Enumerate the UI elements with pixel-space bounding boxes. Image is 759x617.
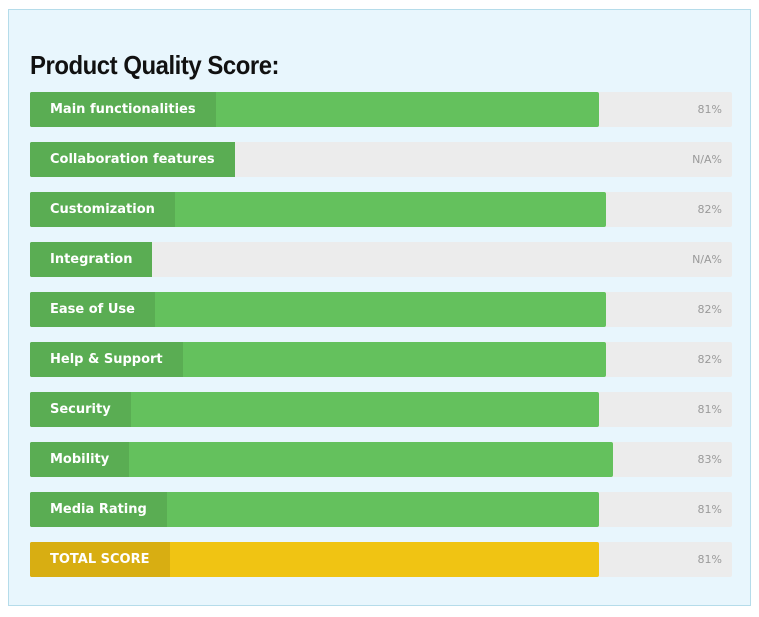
bar-label: TOTAL SCORE bbox=[30, 542, 170, 577]
score-row: Main functionalities 81% bbox=[30, 92, 732, 127]
score-row: Security 81% bbox=[30, 392, 732, 427]
bar-value: 83% bbox=[697, 453, 722, 466]
score-row: Ease of Use 82% bbox=[30, 292, 732, 327]
score-bars: Main functionalities 81% Collaboration fea… bbox=[30, 92, 732, 592]
score-panel: Product Quality Score: Main functionalit… bbox=[8, 9, 751, 606]
bar-label: Security bbox=[30, 392, 131, 427]
bar-label: Media Rating bbox=[30, 492, 167, 527]
total-score-row: TOTAL SCORE 81% bbox=[30, 542, 732, 577]
bar-value: N/A% bbox=[692, 153, 722, 166]
score-row: Mobility 83% bbox=[30, 442, 732, 477]
bar-value: 82% bbox=[697, 353, 722, 366]
chart-title: Product Quality Score: bbox=[30, 50, 280, 80]
bar-value: 81% bbox=[697, 403, 722, 416]
score-row: Media Rating 81% bbox=[30, 492, 732, 527]
bar-value: 82% bbox=[697, 303, 722, 316]
bar-label: Collaboration features bbox=[30, 142, 235, 177]
bar-value: 82% bbox=[697, 203, 722, 216]
score-row: Help & Support 82% bbox=[30, 342, 732, 377]
bar-label: Main functionalities bbox=[30, 92, 216, 127]
bar-value: N/A% bbox=[692, 253, 722, 266]
bar-value: 81% bbox=[697, 503, 722, 516]
bar-label: Customization bbox=[30, 192, 175, 227]
score-row: Integration N/A% bbox=[30, 242, 732, 277]
bar-value: 81% bbox=[697, 553, 722, 566]
bar-label: Help & Support bbox=[30, 342, 183, 377]
bar-value: 81% bbox=[697, 103, 722, 116]
score-row: Customization 82% bbox=[30, 192, 732, 227]
bar-label: Ease of Use bbox=[30, 292, 155, 327]
bar-label: Mobility bbox=[30, 442, 130, 477]
bar-label: Integration bbox=[30, 242, 153, 277]
score-row: Collaboration features N/A% bbox=[30, 142, 732, 177]
